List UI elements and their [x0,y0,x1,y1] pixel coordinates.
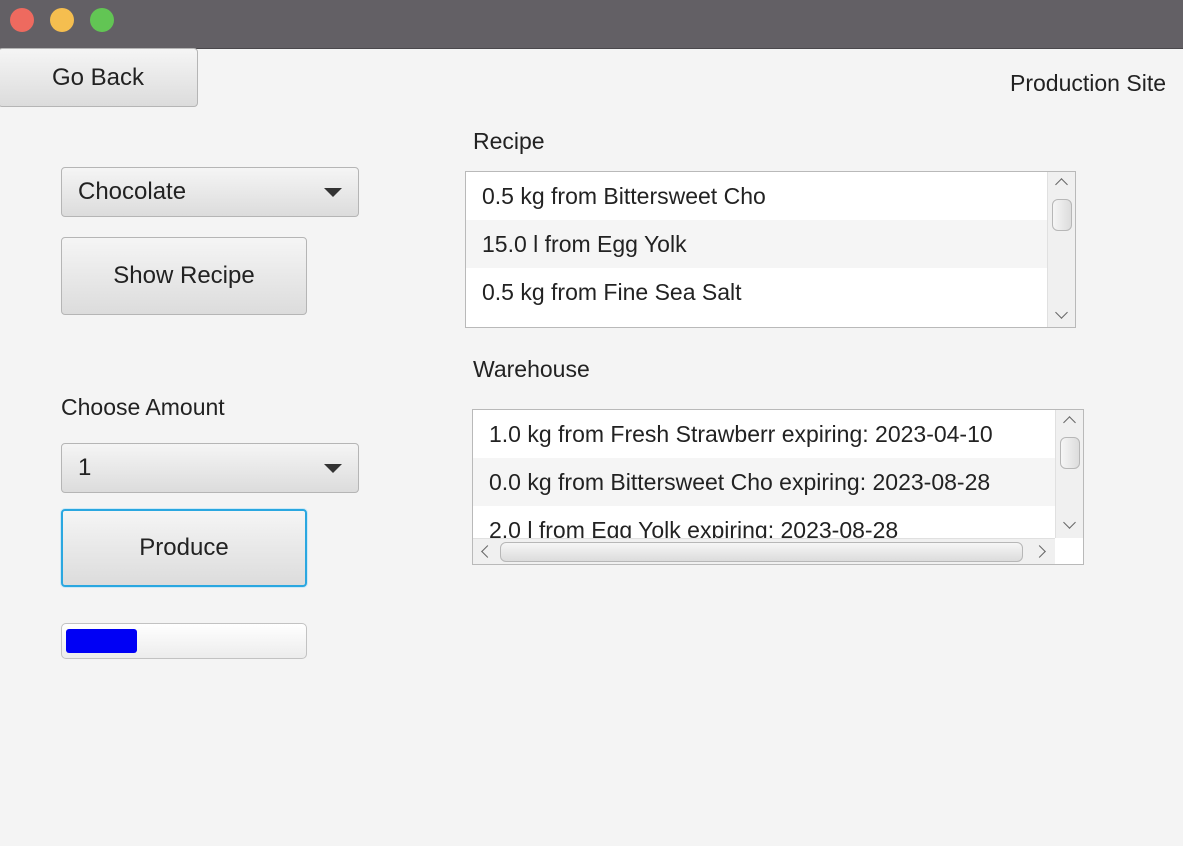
progress-fill [66,629,137,653]
list-item[interactable]: 0.0 kg from Bittersweet Cho expiring: 20… [473,458,1055,506]
list-item[interactable]: 0.5 kg from Bittersweet Cho [466,172,1047,220]
go-back-button[interactable]: Go Back [0,48,198,107]
warehouse-item-label: 0.0 kg from Bittersweet Cho expiring: 20… [489,469,991,495]
amount-dropdown[interactable]: 1 [61,443,359,493]
warehouse-item-label: 1.0 kg from Fresh Strawberr expiring: 20… [489,421,993,447]
scrollbar-thumb[interactable] [1052,199,1072,231]
list-item[interactable]: 0.5 kg from Fine Sea Salt [466,268,1047,316]
produce-button[interactable]: Produce [61,509,307,587]
chevron-down-icon [324,188,342,197]
show-recipe-button[interactable]: Show Recipe [61,237,307,315]
chevron-down-icon [324,464,342,473]
warehouse-horizontal-scrollbar[interactable] [473,538,1055,564]
minimize-window-button[interactable] [50,8,74,32]
recipe-heading: Recipe [473,128,545,154]
chevron-down-icon[interactable] [1063,516,1076,529]
recipe-vertical-scrollbar[interactable] [1047,172,1075,327]
warehouse-heading: Warehouse [473,356,590,382]
recipe-item-label: 0.5 kg from Fine Sea Salt [482,279,742,305]
show-recipe-label: Show Recipe [113,262,255,289]
go-back-label: Go Back [51,63,145,91]
production-progress-bar [61,623,307,659]
amount-dropdown-value: 1 [78,454,92,481]
chevron-left-icon[interactable] [481,545,494,558]
product-dropdown-value: Chocolate [78,178,187,205]
warehouse-list[interactable]: 1.0 kg from Fresh Strawberr expiring: 20… [472,409,1084,565]
chevron-down-icon[interactable] [1055,306,1068,319]
window-titlebar [0,0,1183,49]
product-dropdown[interactable]: Chocolate [61,167,359,217]
recipe-item-label: 0.5 kg from Bittersweet Cho [482,183,766,209]
page-title: Production Site [1010,70,1166,96]
produce-label: Produce [139,534,229,561]
choose-amount-label: Choose Amount [61,394,225,420]
maximize-window-button[interactable] [90,8,114,32]
chevron-up-icon[interactable] [1063,416,1076,429]
list-item[interactable]: 1.0 kg from Fresh Strawberr expiring: 20… [473,410,1055,458]
recipe-list[interactable]: 0.5 kg from Bittersweet Cho 15.0 l from … [465,171,1076,328]
warehouse-vertical-scrollbar[interactable] [1055,410,1083,538]
scrollbar-thumb[interactable] [500,542,1023,562]
recipe-item-label: 15.0 l from Egg Yolk [482,231,687,257]
scrollbar-thumb[interactable] [1060,437,1080,469]
chevron-up-icon[interactable] [1055,178,1068,191]
chevron-right-icon[interactable] [1033,545,1046,558]
list-item[interactable]: 15.0 l from Egg Yolk [466,220,1047,268]
close-window-button[interactable] [10,8,34,32]
